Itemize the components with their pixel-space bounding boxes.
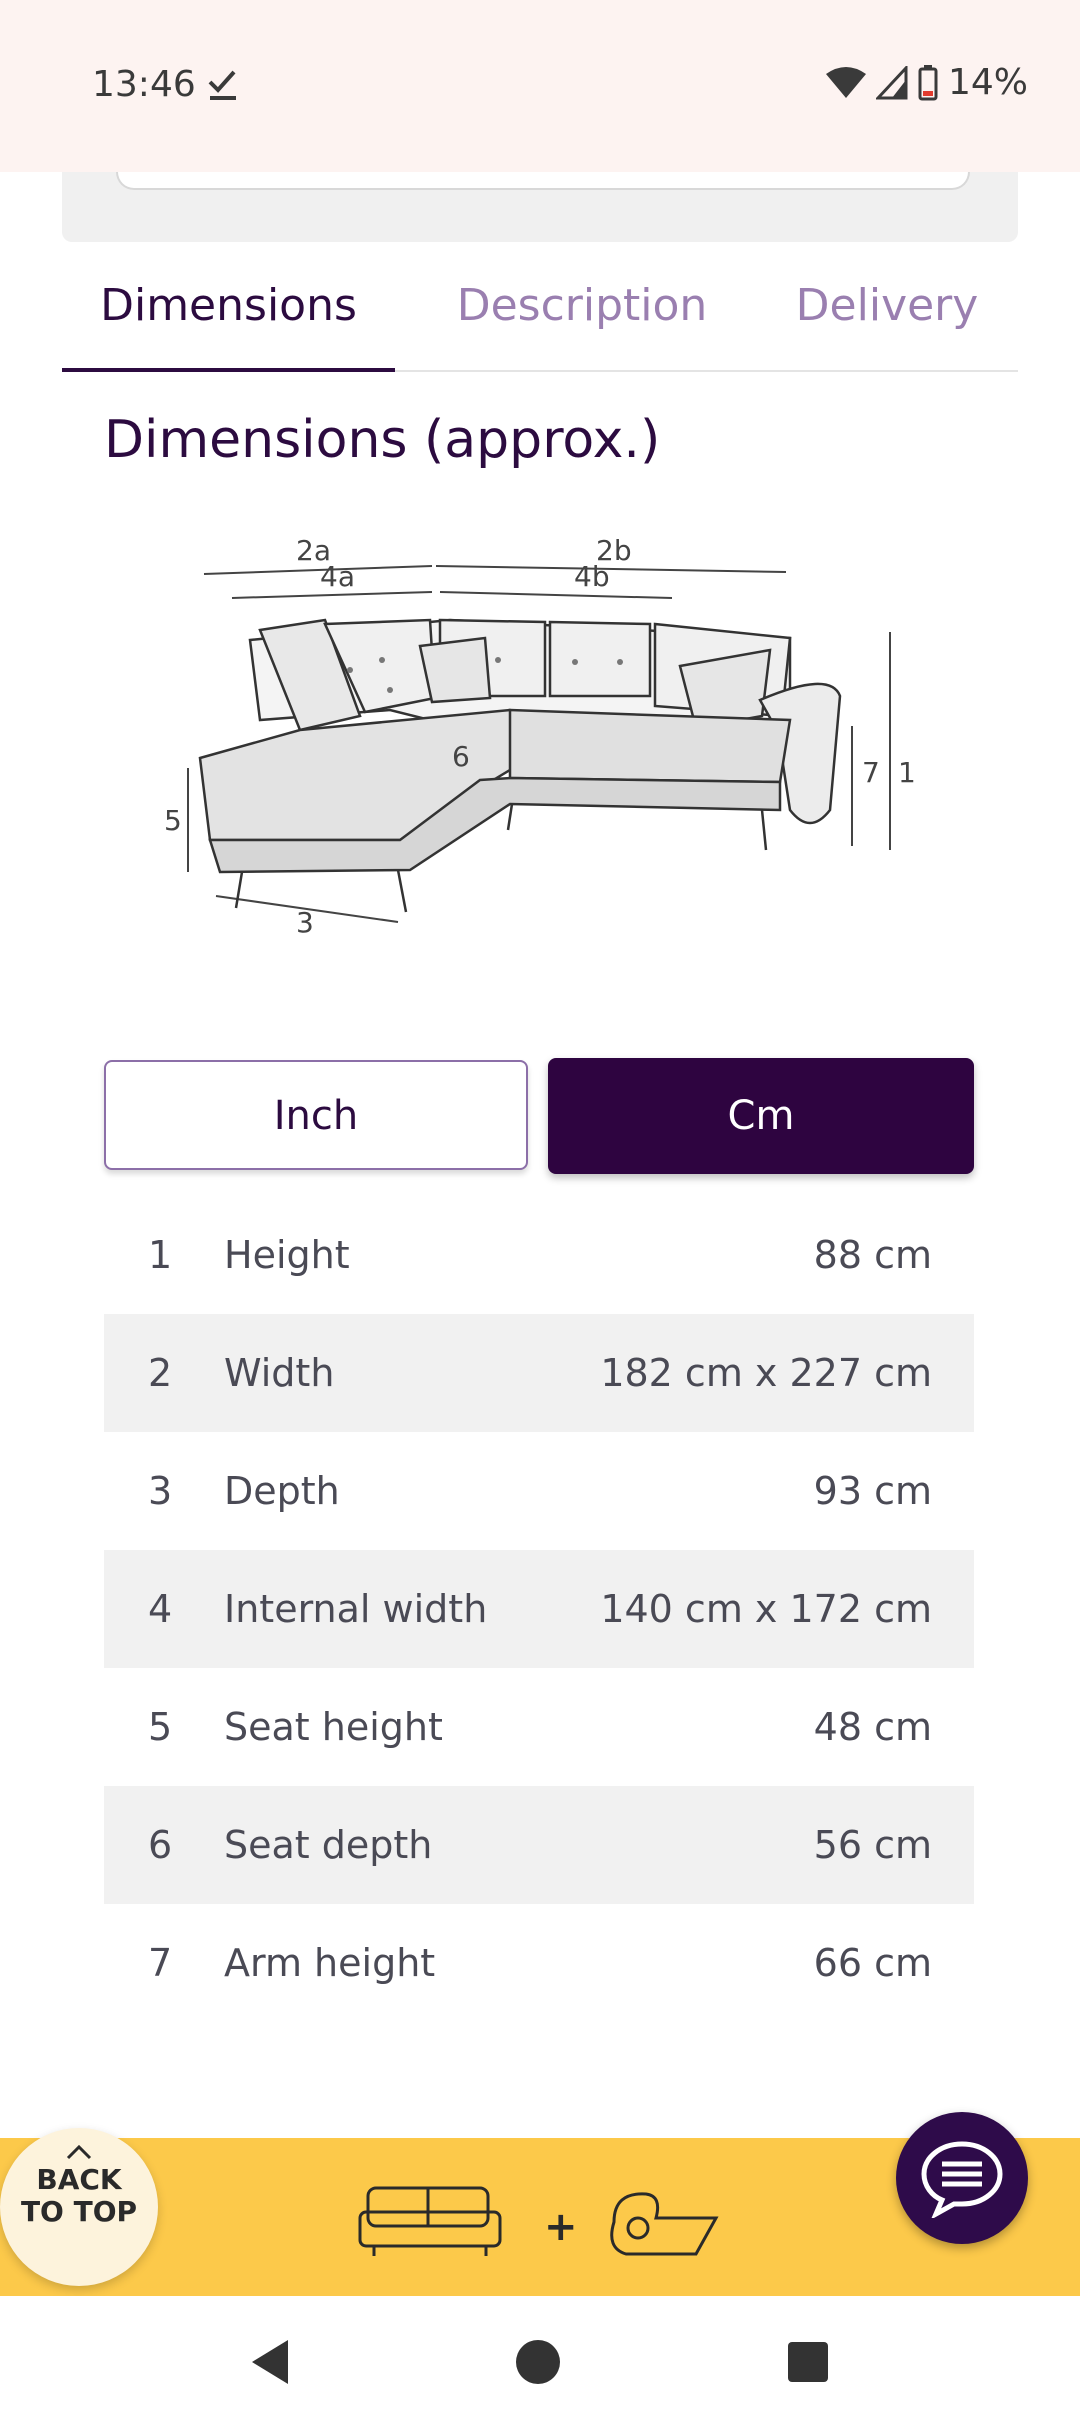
signal-icon (875, 65, 908, 99)
dimensions-table: 1 Height 88 cm 2 Width 182 cm x 227 cm 3… (104, 1196, 974, 2022)
dim-value: 48 cm (813, 1705, 932, 1749)
unit-inch-button[interactable]: Inch (104, 1060, 528, 1170)
table-row: 3 Depth 93 cm (104, 1432, 974, 1550)
label-4b: 4b (574, 560, 610, 593)
back-to-top-line1: BACK (36, 2163, 122, 2196)
tab-dimensions[interactable]: Dimensions (62, 258, 395, 370)
chat-icon (921, 2141, 1003, 2218)
dim-number: 7 (148, 1941, 173, 1985)
dim-value: 56 cm (813, 1823, 932, 1867)
dim-value: 182 cm x 227 cm (600, 1351, 932, 1395)
dim-value: 93 cm (813, 1469, 932, 1513)
chat-button[interactable] (896, 2112, 1028, 2244)
table-row: 5 Seat height 48 cm (104, 1668, 974, 1786)
back-to-top-line2: TO TOP (20, 2195, 138, 2228)
label-5: 5 (164, 804, 182, 837)
label-4a: 4a (320, 560, 355, 593)
label-1: 1 (898, 756, 916, 789)
table-row: 1 Height 88 cm (104, 1196, 974, 1314)
check-icon (208, 70, 236, 100)
dim-number: 2 (148, 1351, 173, 1395)
dim-name: Arm height (224, 1941, 436, 1985)
label-3: 3 (296, 906, 314, 939)
battery-percent: 14% (947, 62, 1028, 103)
home-icon[interactable] (516, 2340, 560, 2384)
wifi-icon (825, 66, 866, 98)
input-remnant (116, 172, 970, 190)
tab-description[interactable]: Description (422, 258, 742, 370)
plus-sign: + (544, 2204, 578, 2250)
promo-icons: + (358, 2186, 719, 2256)
rug-icon (610, 2192, 719, 2256)
dim-name: Seat height (224, 1705, 443, 1749)
status-time: 13:46 (92, 64, 196, 105)
dim-name: Depth (224, 1469, 340, 1513)
table-row: 4 Internal width 140 cm x 172 cm (104, 1550, 974, 1668)
dim-value: 140 cm x 172 cm (600, 1587, 932, 1631)
dim-name: Seat depth (224, 1823, 433, 1867)
section-title: Dimensions (approx.) (104, 410, 661, 470)
chevron-up-icon (66, 2144, 92, 2160)
dim-name: Height (224, 1233, 350, 1277)
dim-number: 4 (148, 1587, 173, 1631)
dim-number: 5 (148, 1705, 173, 1749)
back-to-top-button[interactable]: BACK TO TOP (0, 2128, 158, 2286)
dim-name: Internal width (224, 1587, 488, 1631)
tab-delivery[interactable]: Delivery (752, 258, 1022, 370)
dim-number: 6 (148, 1823, 173, 1867)
battery-icon (918, 64, 938, 100)
android-nav-bar (0, 2296, 1080, 2424)
dim-value: 88 cm (813, 1233, 932, 1277)
unit-cm-button[interactable]: Cm (548, 1058, 974, 1174)
label-7: 7 (862, 756, 880, 789)
label-6: 6 (452, 740, 470, 773)
product-tabs: Dimensions Description Delivery (62, 258, 1018, 372)
dim-value: 66 cm (813, 1941, 932, 1985)
dim-number: 1 (148, 1233, 173, 1277)
status-indicators: 14% (825, 62, 1028, 103)
back-icon[interactable] (248, 2338, 292, 2386)
recents-icon[interactable] (788, 2342, 828, 2382)
sofa-dimension-diagram: 2a 2b 4a 4b 1 7 5 6 3 (164, 534, 916, 939)
dim-name: Width (224, 1351, 335, 1395)
table-row: 2 Width 182 cm x 227 cm (104, 1314, 974, 1432)
status-bar: 13:46 14% (0, 0, 1080, 172)
product-card-remnant (62, 172, 1018, 242)
dim-number: 3 (148, 1469, 173, 1513)
sofa-icon (358, 2186, 502, 2256)
table-row: 7 Arm height 66 cm (104, 1904, 974, 2022)
table-row: 6 Seat depth 56 cm (104, 1786, 974, 1904)
active-tab-indicator (62, 368, 395, 372)
